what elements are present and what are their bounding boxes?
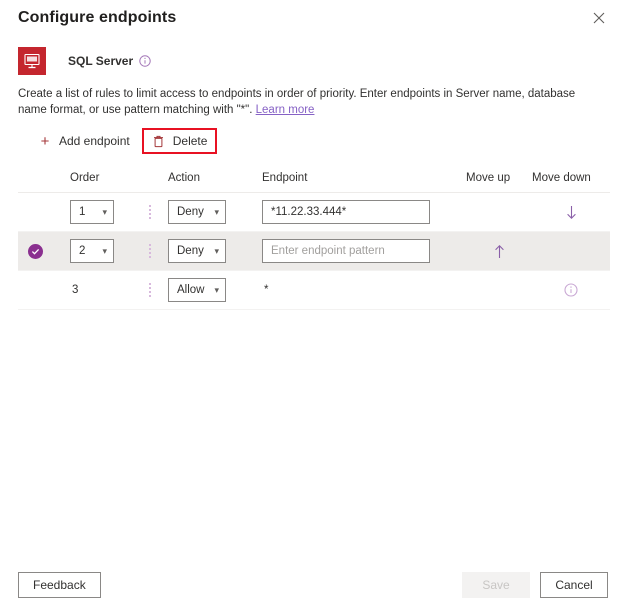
order-value: 3 — [72, 284, 79, 296]
action-value: Deny — [177, 245, 204, 257]
action-dropdown[interactable]: Deny ▾ — [168, 239, 226, 263]
order-value: 2 — [79, 245, 86, 257]
column-header-move-down: Move down — [532, 172, 591, 184]
move-up-cell — [466, 240, 532, 262]
endpoint-value: * — [264, 284, 269, 296]
sql-server-icon — [18, 47, 46, 75]
panel-header: Configure endpoints — [0, 0, 626, 36]
column-header-action: Action — [168, 172, 200, 184]
endpoints-table: Order Action Endpoint Move up Move down … — [18, 164, 610, 310]
cancel-button[interactable]: Cancel — [540, 572, 608, 598]
resource-row: SQL Server — [0, 36, 626, 76]
action-cell: Deny ▾ — [168, 200, 262, 224]
vertical-dots-icon — [149, 205, 151, 219]
resource-name: SQL Server — [68, 54, 134, 68]
learn-more-link[interactable]: Learn more — [256, 104, 315, 116]
vertical-dots-icon — [149, 283, 151, 297]
order-cell: 3 — [52, 284, 132, 296]
order-cell: 1 ▾ — [52, 200, 132, 224]
chevron-down-icon: ▾ — [102, 206, 107, 217]
footer-actions: Save Cancel — [462, 572, 608, 598]
checkmark-icon[interactable] — [27, 243, 43, 259]
action-value: Deny — [177, 206, 204, 218]
add-endpoint-label: Add endpoint — [59, 134, 130, 148]
vertical-dots-icon — [149, 244, 151, 258]
chevron-down-icon: ▾ — [214, 284, 219, 295]
row-drag-handle[interactable] — [132, 244, 168, 258]
endpoint-cell — [262, 239, 466, 263]
row-select-cell[interactable] — [18, 243, 52, 259]
table-row[interactable]: 2 ▾ Deny ▾ — [18, 232, 610, 271]
action-dropdown[interactable]: Allow ▾ — [168, 278, 226, 302]
table-row[interactable]: 1 ▾ Deny ▾ — [18, 193, 610, 232]
row-drag-handle[interactable] — [132, 283, 168, 297]
row-drag-handle[interactable] — [132, 205, 168, 219]
table-row[interactable]: 3 Allow ▾ * — [18, 271, 610, 310]
delete-label: Delete — [172, 134, 208, 148]
endpoint-cell: * — [262, 284, 466, 296]
move-down-cell — [532, 201, 610, 223]
order-dropdown[interactable]: 2 ▾ — [70, 239, 114, 263]
order-dropdown[interactable]: 1 ▾ — [70, 200, 114, 224]
chevron-down-icon: ▾ — [102, 245, 107, 256]
endpoint-input[interactable] — [262, 239, 430, 263]
command-bar: + Add endpoint Delete — [0, 118, 626, 154]
panel-footer: Feedback Save Cancel — [0, 561, 626, 609]
action-cell: Allow ▾ — [168, 278, 262, 302]
endpoint-cell — [262, 200, 466, 224]
chevron-down-icon: ▾ — [214, 206, 219, 217]
arrow-up-icon[interactable] — [488, 240, 510, 262]
info-icon[interactable] — [564, 283, 578, 297]
feedback-button[interactable]: Feedback — [18, 572, 101, 598]
order-cell: 2 ▾ — [52, 239, 132, 263]
column-header-order: Order — [70, 172, 100, 184]
move-down-cell — [532, 283, 610, 297]
column-header-move-up: Move up — [466, 172, 511, 184]
save-button[interactable]: Save — [462, 572, 530, 598]
action-value: Allow — [177, 284, 205, 296]
endpoint-input[interactable] — [262, 200, 430, 224]
column-header-endpoint: Endpoint — [262, 172, 308, 184]
add-endpoint-button[interactable]: + Add endpoint — [30, 130, 138, 153]
info-icon[interactable] — [139, 55, 151, 67]
plus-icon: + — [40, 132, 50, 150]
close-icon[interactable] — [586, 5, 612, 31]
trash-icon — [152, 135, 166, 148]
table-header-row: Order Action Endpoint Move up Move down — [18, 164, 610, 193]
chevron-down-icon: ▾ — [214, 245, 219, 256]
page-title: Configure endpoints — [18, 9, 177, 26]
arrow-down-icon[interactable] — [560, 201, 582, 223]
delete-highlight-annotation: Delete — [141, 128, 218, 154]
action-dropdown[interactable]: Deny ▾ — [168, 200, 226, 224]
delete-button[interactable]: Delete — [144, 130, 216, 152]
order-value: 1 — [79, 206, 86, 218]
description-text: Create a list of rules to limit access t… — [0, 76, 626, 118]
action-cell: Deny ▾ — [168, 239, 262, 263]
